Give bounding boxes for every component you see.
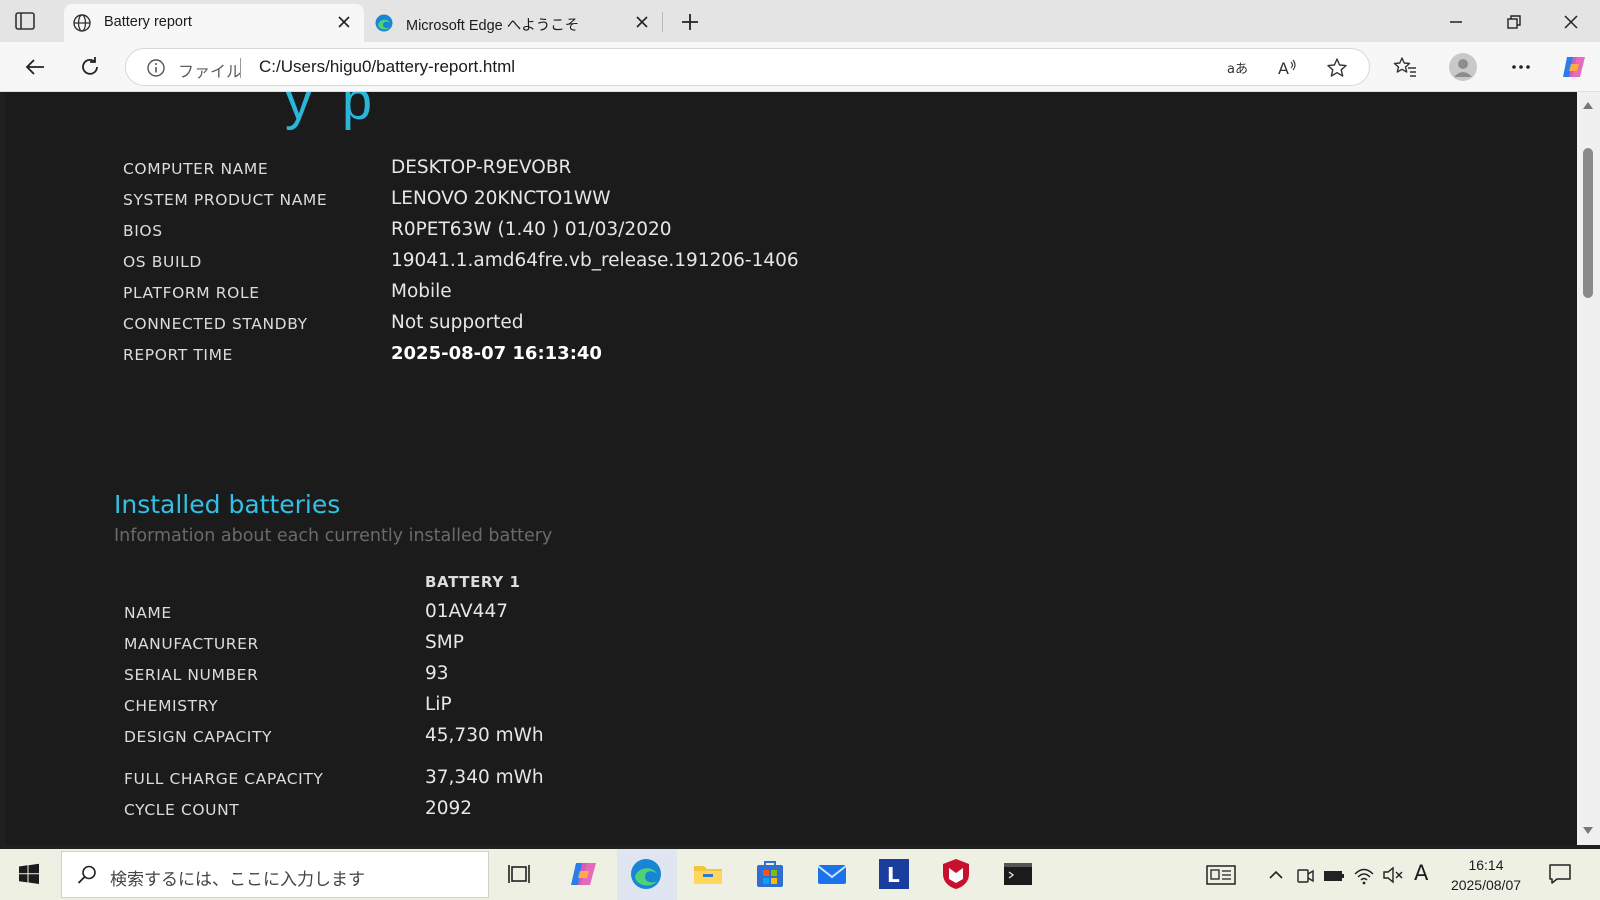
battery-key: CYCLE COUNT [124,801,240,819]
clock-time: 16:14 [1468,857,1504,873]
battery-key: SERIAL NUMBER [124,666,259,684]
url-text[interactable]: C:/Users/higu0/battery-report.html [259,57,515,77]
new-tab-icon[interactable] [678,10,702,34]
info-value: Not supported [391,312,524,333]
info-value: 19041.1.amd64fre.vb_release.191206-1406 [391,250,799,271]
installed-batteries-subtitle: Information about each currently install… [114,526,553,546]
battery-value: 37,340 mWh [425,767,544,788]
mail-icon[interactable] [815,857,849,891]
browser-titlebar: Battery report Microsoft Edge へようこそ [0,0,1600,42]
battery-value: 45,730 mWh [425,725,544,746]
restore-icon[interactable] [1502,10,1526,34]
scheme-label: ファイル [178,64,243,81]
file-explorer-icon[interactable] [691,857,725,891]
notification-icon[interactable] [1547,861,1573,887]
favorite-star-icon[interactable] [1326,57,1348,79]
globe-icon [73,14,91,32]
browser-toolbar: ファイル C:/Users/higu0/battery-report.html … [0,42,1600,92]
battery-key: DESIGN CAPACITY [124,728,273,746]
tab-actions-icon[interactable] [14,10,36,32]
tab-edge-welcome[interactable]: Microsoft Edge へようこそ [366,4,662,42]
info-key: COMPUTER NAME [123,160,269,178]
taskbar-clock[interactable]: 16:14 2025/08/07 [1440,855,1532,895]
info-value: R0PET63W (1.40 ) 01/03/2020 [391,219,672,240]
microsoft-store-icon[interactable] [753,857,787,891]
close-tab-icon[interactable] [336,14,352,30]
info-key: REPORT TIME [123,346,233,364]
search-placeholder: 検索するには、ここに入力します [110,870,365,890]
report-time-value: 2025-08-07 16:13:40 [391,343,602,364]
meet-now-icon[interactable] [1294,864,1316,886]
battery-icon[interactable] [1323,864,1345,886]
info-key: SYSTEM PRODUCT NAME [123,191,328,209]
terminal-icon[interactable] [1001,857,1035,891]
edge-icon [375,14,393,32]
info-value: DESKTOP-R9EVOBR [391,157,572,178]
search-icon [77,865,96,884]
info-key: BIOS [123,222,163,240]
battery-key: MANUFACTURER [124,635,259,653]
battery-value: 2092 [425,798,473,819]
edge-taskbar-icon[interactable] [629,857,663,891]
tab-battery-report[interactable]: Battery report [64,4,364,42]
task-view-icon[interactable] [503,857,537,891]
copilot-taskbar-icon[interactable] [567,857,601,891]
page-scrollbar[interactable] [1577,92,1600,845]
scroll-up-icon[interactable] [1582,100,1594,110]
windows-start-icon[interactable] [18,863,40,885]
battery-key: FULL CHARGE CAPACITY [124,770,324,788]
back-arrow-icon[interactable] [22,54,48,80]
svg-text:aあ: aあ [1227,62,1248,77]
chevron-up-icon[interactable] [1265,864,1287,886]
info-key: PLATFORM ROLE [123,284,260,302]
battery-value: 93 [425,663,449,684]
battery-value: SMP [425,632,464,653]
favorites-icon[interactable] [1392,54,1418,80]
copilot-icon[interactable] [1559,52,1589,82]
mcafee-icon[interactable] [939,857,973,891]
more-options-icon[interactable] [1508,54,1534,80]
lenovo-app-icon[interactable]: L [877,857,911,891]
info-icon[interactable] [146,58,166,78]
installed-batteries-heading: Installed batteries [114,490,341,519]
battery-value: LiP [425,694,452,715]
translate-icon[interactable]: aあ [1226,57,1248,79]
battery-value: 01AV447 [425,601,508,622]
minimize-icon[interactable] [1444,10,1468,34]
battery-report-page: y p COMPUTER NAME DESKTOP-R9EVOBR SYSTEM… [5,92,1577,845]
info-key: OS BUILD [123,253,202,271]
ime-indicator[interactable]: A [1414,861,1436,885]
close-window-icon[interactable] [1559,10,1583,34]
address-divider [240,58,241,78]
info-value: LENOVO 20KNCTO1WW [391,188,611,209]
scroll-down-icon[interactable] [1582,826,1594,836]
news-widget-icon[interactable] [1206,864,1236,886]
windows-taskbar: 検索するには、ここに入力します L A 16:14 2025/08/07 [0,849,1600,900]
svg-text:A: A [1278,59,1289,78]
clock-date: 2025/08/07 [1450,877,1522,893]
close-tab-icon[interactable] [634,14,650,30]
refresh-icon[interactable] [77,54,103,80]
scrollbar-thumb[interactable] [1583,148,1593,298]
profile-avatar-icon[interactable] [1448,52,1478,82]
info-key: CONNECTED STANDBY [123,315,308,333]
speaker-muted-icon[interactable] [1382,864,1404,886]
svg-text:L: L [887,863,900,887]
tab-separator [662,12,663,32]
read-aloud-icon[interactable]: A [1276,57,1298,79]
battery-key: CHEMISTRY [124,697,219,715]
info-value: Mobile [391,281,452,302]
address-bar[interactable]: ファイル C:/Users/higu0/battery-report.html … [125,48,1370,86]
wifi-icon[interactable] [1353,864,1375,886]
taskbar-search-box[interactable]: 検索するには、ここに入力します [61,851,489,898]
tab-title: Battery report [104,14,192,30]
battery-column-header: BATTERY 1 [425,573,521,591]
battery-key: NAME [124,604,172,622]
page-title-fragment: y p [285,92,373,131]
tab-title: Microsoft Edge へようこそ [406,18,580,34]
